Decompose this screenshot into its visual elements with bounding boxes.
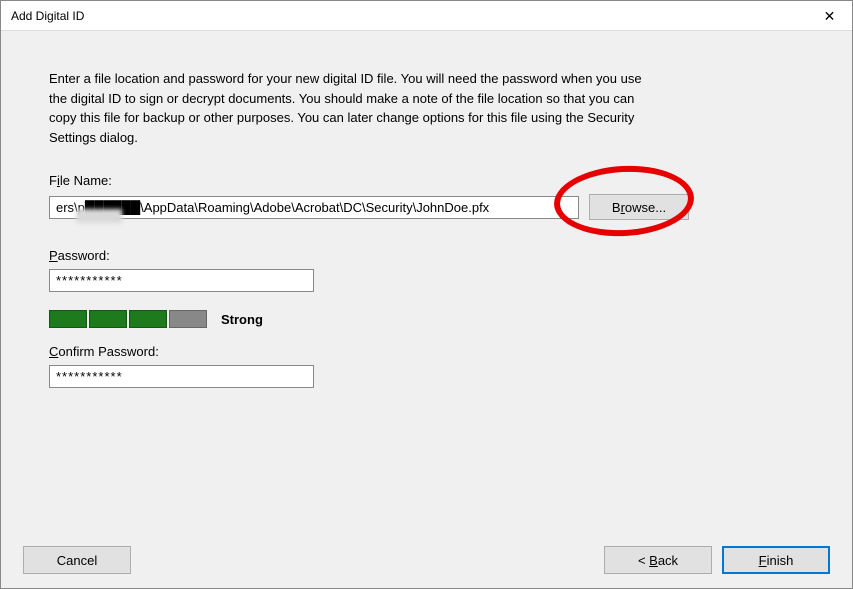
password-strength-row: Strong [49,310,822,328]
strength-label: Strong [221,312,263,327]
strength-segment [169,310,207,328]
finish-button[interactable]: Finish [722,546,830,574]
filename-group: File Name: Browse... [49,173,822,220]
password-input[interactable] [49,269,314,292]
strength-segment [89,310,127,328]
footer-left: Cancel [23,546,131,574]
back-button[interactable]: < Back [604,546,712,574]
confirm-label: Confirm Password: [49,344,822,359]
dialog-window: Add Digital ID ✕ Enter a file location a… [0,0,853,589]
filename-row: Browse... [49,194,822,220]
titlebar: Add Digital ID ✕ [1,1,852,31]
password-label: Password: [49,248,822,263]
dialog-footer: Cancel < Back Finish [1,532,852,588]
filename-input[interactable] [49,196,579,219]
dialog-content: Enter a file location and password for y… [1,31,852,588]
strength-segment [129,310,167,328]
password-group: Password: [49,248,822,292]
close-icon: ✕ [824,8,836,25]
footer-right: < Back Finish [604,546,830,574]
instructions-text: Enter a file location and password for y… [49,69,659,147]
cancel-button[interactable]: Cancel [23,546,131,574]
browse-button[interactable]: Browse... [589,194,689,220]
window-title: Add Digital ID [11,9,84,23]
confirm-password-input[interactable] [49,365,314,388]
close-button[interactable]: ✕ [807,1,852,31]
strength-segment [49,310,87,328]
confirm-group: Confirm Password: [49,344,822,388]
strength-meter [49,310,207,328]
filename-label: File Name: [49,173,822,188]
